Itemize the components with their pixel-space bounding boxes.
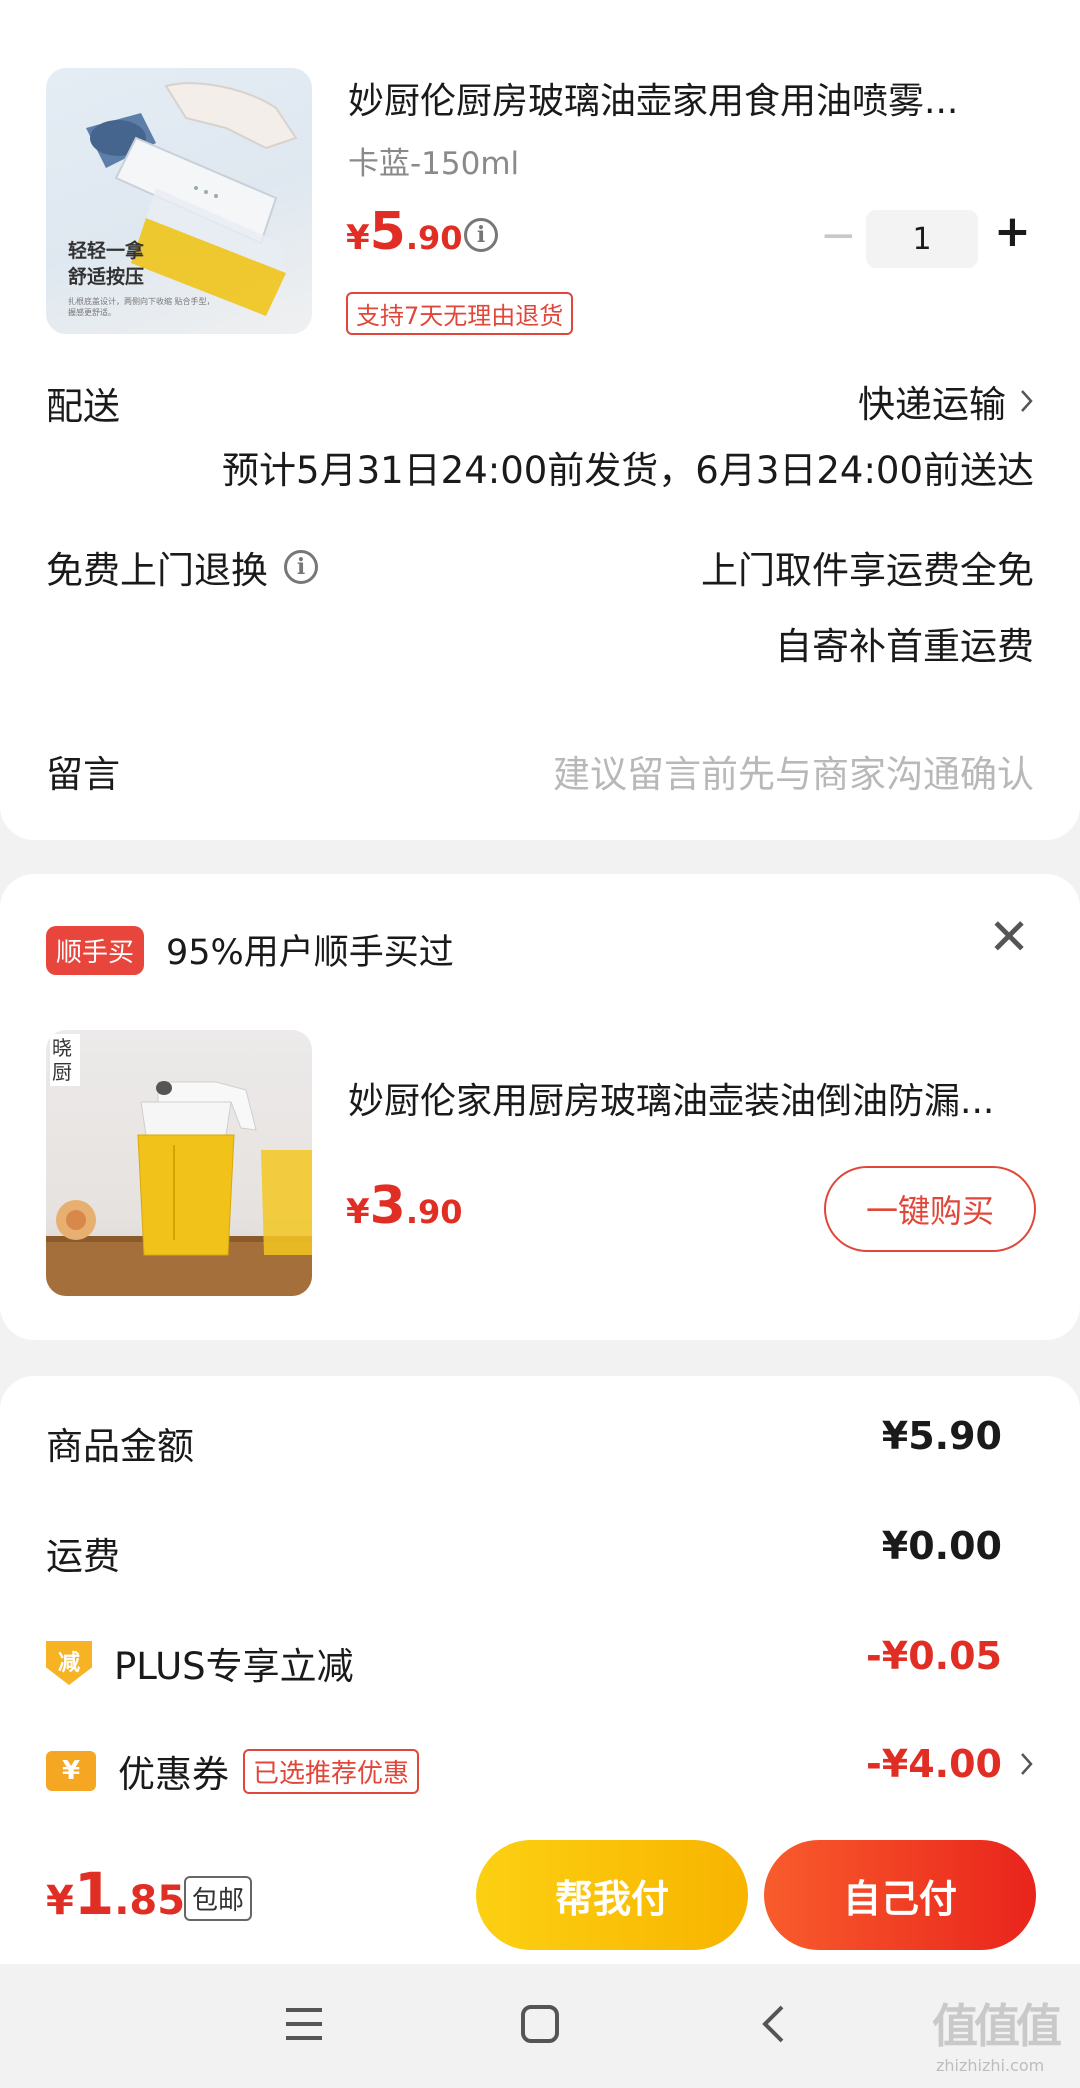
product-title[interactable]: 妙厨伦厨房玻璃油壶家用食用油喷雾... bbox=[348, 72, 1028, 124]
coupon-label: 优惠券 bbox=[118, 1753, 229, 1796]
coupon-yen-icon: ¥ bbox=[46, 1751, 96, 1791]
total-price: ¥1.85 bbox=[46, 1860, 186, 1928]
product-sku[interactable]: 卡蓝-150ml bbox=[348, 138, 519, 183]
quantity-plus-button[interactable]: + bbox=[994, 206, 1031, 257]
oil-sprayer-image bbox=[86, 82, 298, 316]
addon-headline: 95%用户顺手买过 bbox=[166, 933, 454, 973]
shipping-label: 运费 bbox=[46, 1535, 120, 1578]
chevron-right-icon bbox=[1021, 1753, 1033, 1775]
info-icon[interactable]: i bbox=[284, 550, 318, 584]
pay-myself-button[interactable]: 自己付 bbox=[764, 1840, 1036, 1950]
watermark-domain: zhizhizhi.com bbox=[936, 2056, 1045, 2075]
plus-discount-row: 减 PLUS专享立减 bbox=[46, 1636, 354, 1690]
quantity-value[interactable]: 1 bbox=[866, 210, 978, 268]
return-policy-tag: 支持7天无理由退货 bbox=[346, 292, 574, 335]
coupon-value-button[interactable]: -¥4.00 bbox=[866, 1742, 1034, 1786]
delivery-method-button[interactable]: 快递运输 bbox=[858, 374, 1034, 428]
free-shipping-tag: 包邮 bbox=[184, 1876, 253, 1921]
minus-reduce-icon: 减 bbox=[46, 1641, 92, 1685]
free-return-line1: 上门取件享运费全免 bbox=[701, 549, 1034, 592]
oil-bottle-image bbox=[46, 1081, 312, 1296]
quantity-minus-button[interactable]: − bbox=[820, 210, 857, 261]
help-me-pay-button[interactable]: 帮我付 bbox=[476, 1840, 748, 1950]
plus-discount-value: -¥0.05 bbox=[866, 1634, 1002, 1678]
back-icon[interactable] bbox=[760, 2004, 786, 2044]
addon-price: ¥3.90 bbox=[346, 1176, 463, 1236]
system-nav-bar: 值值值 zhizhizhi.com bbox=[0, 1964, 1080, 2088]
addon-image-seal: 晓厨 bbox=[50, 1034, 80, 1086]
addon-thumbnail[interactable]: 晓厨 bbox=[46, 1030, 312, 1296]
free-return-line2: 自寄补首重运费 bbox=[775, 625, 1034, 668]
product-price: ¥5.90 bbox=[346, 202, 463, 262]
message-input[interactable]: 建议留言前先与商家沟通确认 bbox=[553, 744, 1034, 798]
image-caption-small: 扎根底盖设计，两侧向下收缩 贴合手型，握感更舒适。 bbox=[68, 297, 215, 317]
home-square-icon[interactable] bbox=[520, 2004, 560, 2044]
chevron-right-icon bbox=[1021, 390, 1033, 412]
free-return-row: 免费上门退换 i bbox=[46, 540, 318, 594]
delivery-method: 快递运输 bbox=[858, 383, 1006, 426]
message-label: 留言 bbox=[46, 753, 120, 796]
coupon-tag: 已选推荐优惠 bbox=[243, 1748, 420, 1794]
plus-discount-label: PLUS专享立减 bbox=[114, 1645, 354, 1688]
image-caption-2: 舒适按压 bbox=[68, 266, 145, 288]
goods-amount-label: 商品金额 bbox=[46, 1425, 194, 1468]
image-caption-1: 轻轻一拿 bbox=[68, 240, 145, 262]
info-icon[interactable]: i bbox=[464, 218, 498, 252]
delivery-estimate: 预计5月31日24:00前发货，6月3日24:00前送达 bbox=[222, 449, 1034, 492]
addon-badge: 顺手买 bbox=[46, 926, 145, 975]
product-thumbnail[interactable]: 轻轻一拿 舒适按压 扎根底盖设计，两侧向下收缩 贴合手型，握感更舒适。 bbox=[46, 68, 312, 334]
delivery-label: 配送 bbox=[46, 385, 120, 428]
coupon-row[interactable]: ¥ 优惠券 已选推荐优惠 bbox=[46, 1744, 420, 1798]
addon-card: 顺手买 95%用户顺手买过 ✕ 晓厨 妙厨伦家用厨房玻璃油壶装油倒油防漏... … bbox=[0, 874, 1080, 1340]
coupon-value: -¥4.00 bbox=[866, 1742, 1002, 1786]
addon-title[interactable]: 妙厨伦家用厨房玻璃油壶装油倒油防漏... bbox=[348, 1072, 1028, 1124]
checkout-bar: ¥1.85 包邮 帮我付 自己付 bbox=[0, 1824, 1080, 1964]
shipping-value: ¥0.00 bbox=[881, 1524, 1002, 1568]
menu-icon[interactable] bbox=[284, 2006, 324, 2042]
order-item-card: 轻轻一拿 舒适按压 扎根底盖设计，两侧向下收缩 贴合手型，握感更舒适。 妙厨伦厨… bbox=[0, 0, 1080, 840]
one-click-buy-button[interactable]: 一键购买 bbox=[824, 1166, 1036, 1252]
watermark-logo: 值值值 bbox=[932, 1999, 1062, 2053]
close-icon[interactable]: ✕ bbox=[988, 908, 1030, 966]
free-return-label: 免费上门退换 bbox=[46, 549, 268, 592]
goods-amount-value: ¥5.90 bbox=[881, 1414, 1002, 1458]
